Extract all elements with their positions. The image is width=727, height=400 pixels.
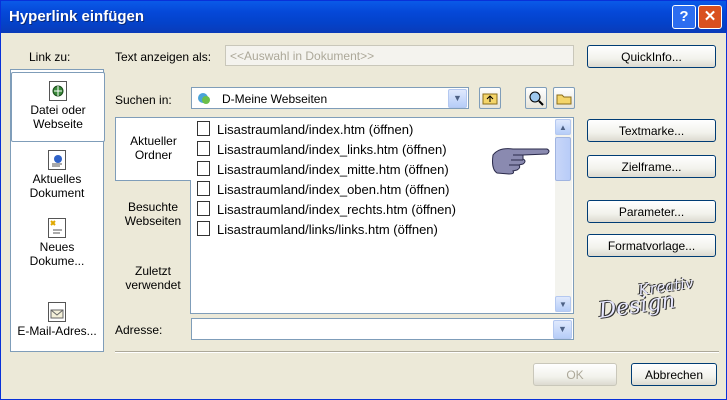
quickinfo-button[interactable]: QuickInfo... bbox=[587, 45, 716, 68]
bookmark-button[interactable]: Textmarke... bbox=[587, 119, 716, 142]
pointing-hand-icon bbox=[489, 143, 551, 177]
list-item[interactable]: Lisastraumland/index_rechts.htm (öffnen) bbox=[197, 200, 456, 219]
tab-visited-webpages[interactable]: Besuchte Webseiten bbox=[115, 200, 191, 228]
document-icon bbox=[197, 201, 210, 216]
display-text-value: <<Auswahl in Dokument>> bbox=[230, 49, 375, 63]
tab-label: verwendet bbox=[125, 278, 181, 292]
globe-document-icon bbox=[49, 81, 67, 101]
sidebar-item-current-document[interactable]: Aktuelles Dokument bbox=[11, 150, 103, 206]
document-icon bbox=[197, 141, 210, 156]
chevron-down-icon[interactable]: ▼ bbox=[448, 89, 467, 108]
cancel-button[interactable]: Abbrechen bbox=[631, 363, 717, 386]
document-icon bbox=[197, 161, 210, 176]
address-label: Adresse: bbox=[115, 323, 163, 337]
list-item-label: Lisastraumland/index.htm (öffnen) bbox=[217, 122, 414, 137]
list-item-label: Lisastraumland/index_mitte.htm (öffnen) bbox=[217, 162, 449, 177]
list-item[interactable]: Lisastraumland/links/links.htm (öffnen) bbox=[197, 220, 438, 239]
scroll-up-icon[interactable]: ▲ bbox=[555, 119, 571, 135]
email-icon bbox=[48, 302, 66, 322]
browse-web-button[interactable] bbox=[525, 87, 547, 109]
up-one-folder-button[interactable] bbox=[479, 87, 501, 109]
kreativ-design-watermark: Kreativ Design bbox=[595, 271, 717, 346]
search-in-value: D-Meine Webseiten bbox=[222, 92, 328, 106]
sidebar-item-new-document[interactable]: Neues Dokume... bbox=[11, 218, 103, 274]
display-text-field[interactable]: <<Auswahl in Dokument>> bbox=[225, 45, 574, 66]
address-combo[interactable]: ▼ bbox=[191, 318, 574, 340]
tab-recently-used[interactable]: Zuletzt verwendet bbox=[115, 264, 191, 292]
list-item[interactable]: Lisastraumland/index_links.htm (öffnen) bbox=[197, 140, 447, 159]
list-item[interactable]: Lisastraumland/index_oben.htm (öffnen) bbox=[197, 180, 449, 199]
sidebar-item-label: E-Mail-Adres... bbox=[17, 324, 97, 338]
new-document-icon bbox=[48, 218, 66, 238]
list-item-label: Lisastraumland/links/links.htm (öffnen) bbox=[217, 222, 438, 237]
divider bbox=[115, 351, 719, 353]
close-button[interactable]: ✕ bbox=[698, 5, 722, 29]
dialog-title: Hyperlink einfügen bbox=[9, 8, 145, 25]
chevron-down-icon[interactable]: ▼ bbox=[553, 320, 572, 339]
tab-label: Webseiten bbox=[124, 214, 182, 228]
sidebar-item-email-address[interactable]: E-Mail-Adres... bbox=[11, 302, 103, 346]
ok-button[interactable]: OK bbox=[533, 363, 617, 386]
hyperlink-dialog: Hyperlink einfügen ? ✕ Link zu: Datei od… bbox=[0, 0, 727, 400]
title-bar: Hyperlink einfügen ? ✕ bbox=[1, 1, 726, 33]
tab-label: Besuchte bbox=[127, 200, 179, 214]
display-text-label: Text anzeigen als: bbox=[115, 50, 212, 64]
link-to-sidebar: Datei oder Webseite Aktuelles Dokument N… bbox=[10, 69, 105, 352]
sidebar-item-label: Aktuelles bbox=[32, 172, 82, 186]
parameters-button[interactable]: Parameter... bbox=[587, 200, 716, 223]
list-item[interactable]: Lisastraumland/index.htm (öffnen) bbox=[197, 120, 413, 139]
search-in-label: Suchen in: bbox=[115, 93, 172, 107]
list-scrollbar[interactable]: ▲ ▼ bbox=[555, 119, 572, 312]
sidebar-item-label: Dokument bbox=[29, 186, 85, 200]
scroll-down-icon[interactable]: ▼ bbox=[555, 296, 571, 312]
sidebar-item-label: Webseite bbox=[33, 117, 83, 131]
sidebar-item-label: Datei oder bbox=[30, 103, 86, 117]
list-item-label: Lisastraumland/index_rechts.htm (öffnen) bbox=[217, 202, 456, 217]
tab-label: Ordner bbox=[134, 148, 173, 162]
target-frame-button[interactable]: Zielframe... bbox=[587, 155, 716, 178]
tab-label: Aktueller bbox=[130, 134, 177, 148]
list-item-label: Lisastraumland/index_links.htm (öffnen) bbox=[217, 142, 447, 157]
link-to-label: Link zu: bbox=[29, 50, 71, 64]
sidebar-item-label: Dokume... bbox=[29, 254, 85, 268]
style-template-button[interactable]: Formatvorlage... bbox=[587, 234, 716, 257]
scroll-thumb[interactable] bbox=[555, 137, 571, 181]
browse-file-button[interactable] bbox=[553, 87, 575, 109]
help-button[interactable]: ? bbox=[672, 5, 696, 29]
sidebar-item-file-or-webpage[interactable]: Datei oder Webseite bbox=[11, 72, 105, 142]
sidebar-item-label: Neues bbox=[39, 240, 75, 254]
search-in-combo[interactable]: D-Meine Webseiten ▼ bbox=[191, 87, 469, 109]
document-icon bbox=[197, 181, 210, 196]
document-icon bbox=[197, 121, 210, 136]
view-tabs: Aktueller Ordner Besuchte Webseiten Zule… bbox=[115, 116, 191, 314]
tab-label: Zuletzt bbox=[134, 264, 171, 278]
list-item-label: Lisastraumland/index_oben.htm (öffnen) bbox=[217, 182, 450, 197]
web-folder-icon bbox=[196, 91, 212, 105]
tab-current-folder[interactable]: Aktueller Ordner bbox=[115, 117, 191, 181]
document-icon bbox=[197, 221, 210, 236]
document-icon bbox=[48, 150, 66, 170]
list-item[interactable]: Lisastraumland/index_mitte.htm (öffnen) bbox=[197, 160, 449, 179]
